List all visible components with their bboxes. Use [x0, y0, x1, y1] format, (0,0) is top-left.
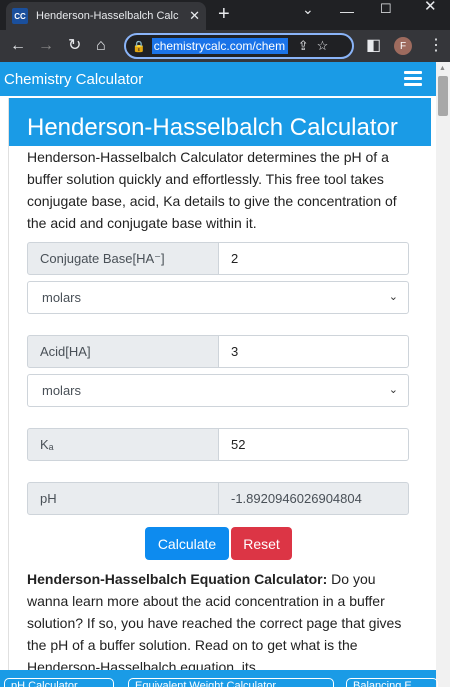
conjugate-base-row: Conjugate Base[HA⁻] 2 [27, 242, 409, 275]
browser-toolbar: ← → ↻ ⌂ 🔒 chemistrycalc.com/chem ⇪ ☆ ◧ F… [0, 30, 450, 62]
conjugate-base-input[interactable]: 2 [218, 242, 409, 275]
intro-text: Henderson-Hasselbalch Calculator determi… [27, 149, 397, 231]
tab-title: Henderson-Hasselbalch Calc [36, 10, 179, 22]
calculator-card: Henderson-Hasselbalch Calculator Henders… [8, 98, 436, 687]
acid-row: Acid[HA] 3 [27, 335, 409, 368]
related-link-balancing[interactable]: Balancing E [346, 678, 438, 694]
ph-result-field[interactable]: -1.8920946026904804 [218, 482, 409, 515]
browser-tabstrip: CC Henderson-Hasselbalch Calc ✕ + ⌄ — ☐ … [0, 0, 450, 30]
tab-search-icon[interactable]: ⌄ [302, 2, 314, 16]
page-title: Henderson-Hasselbalch Calculator [27, 114, 398, 141]
related-link-ph[interactable]: pH Calculator [4, 678, 114, 694]
minimize-icon[interactable]: — [340, 4, 354, 18]
ka-input[interactable]: 52 [218, 428, 409, 461]
site-favicon-icon: CC [12, 8, 28, 24]
site-navbar: Chemistry Calculator [0, 62, 436, 96]
hamburger-menu-icon[interactable] [404, 71, 422, 89]
conjugate-base-unit-value: molars [42, 290, 82, 305]
ph-row: pH -1.8920946026904804 [27, 482, 409, 515]
scrollbar-thumb[interactable] [438, 76, 448, 116]
acid-unit-select[interactable]: molars ⌄ [27, 374, 409, 407]
title-banner: Henderson-Hasselbalch Calculator [9, 98, 431, 146]
ph-label: pH [27, 482, 219, 515]
acid-label: Acid[HA] [27, 335, 219, 368]
site-brand[interactable]: Chemistry Calculator [4, 71, 143, 88]
new-tab-icon[interactable]: + [218, 3, 230, 25]
acid-input[interactable]: 3 [218, 335, 409, 368]
conjugate-base-unit-select[interactable]: molars ⌄ [27, 281, 409, 314]
share-icon[interactable]: ⇪ [298, 38, 309, 54]
close-tab-icon[interactable]: ✕ [189, 8, 200, 24]
reset-button[interactable]: Reset [231, 527, 292, 560]
ka-label: Kₐ [27, 428, 219, 461]
conjugate-base-label: Conjugate Base[HA⁻] [27, 242, 219, 275]
profile-avatar[interactable]: F [394, 37, 412, 55]
scroll-up-icon[interactable]: ▲ [439, 65, 446, 72]
address-bar[interactable]: 🔒 chemistrycalc.com/chem ⇪ ☆ [124, 33, 354, 59]
back-arrow-icon[interactable]: ← [10, 36, 26, 56]
article-heading: Henderson-Hasselbalch Equation Calculato… [27, 571, 328, 587]
menu-kebab-icon[interactable]: ⋮ [428, 36, 444, 56]
chevron-down-icon: ⌄ [388, 291, 398, 303]
home-icon[interactable]: ⌂ [96, 36, 106, 56]
ka-row: Kₐ 52 [27, 428, 409, 461]
window-close-icon[interactable]: ✕ [424, 0, 437, 14]
browser-tab[interactable]: CC Henderson-Hasselbalch Calc ✕ [6, 2, 206, 30]
url-text[interactable]: chemistrycalc.com/chem [151, 38, 288, 54]
related-calculators-bar: pH Calculator Equivalent Weight Calculat… [0, 670, 438, 694]
calculate-button[interactable]: Calculate [145, 527, 229, 560]
sidepanel-icon[interactable]: ◧ [366, 36, 381, 56]
acid-unit-value: molars [42, 383, 82, 398]
chevron-down-icon: ⌄ [388, 384, 398, 396]
bookmark-star-icon[interactable]: ☆ [317, 38, 329, 54]
page-scrollbar[interactable]: ▲ [436, 62, 450, 687]
forward-arrow-icon[interactable]: → [38, 36, 54, 56]
lock-icon[interactable]: 🔒 [132, 40, 146, 53]
related-link-equivalent-weight[interactable]: Equivalent Weight Calculator [128, 678, 334, 694]
reload-icon[interactable]: ↻ [68, 36, 81, 56]
maximize-icon[interactable]: ☐ [380, 2, 392, 16]
article-text: Henderson-Hasselbalch Equation Calculato… [27, 568, 419, 678]
